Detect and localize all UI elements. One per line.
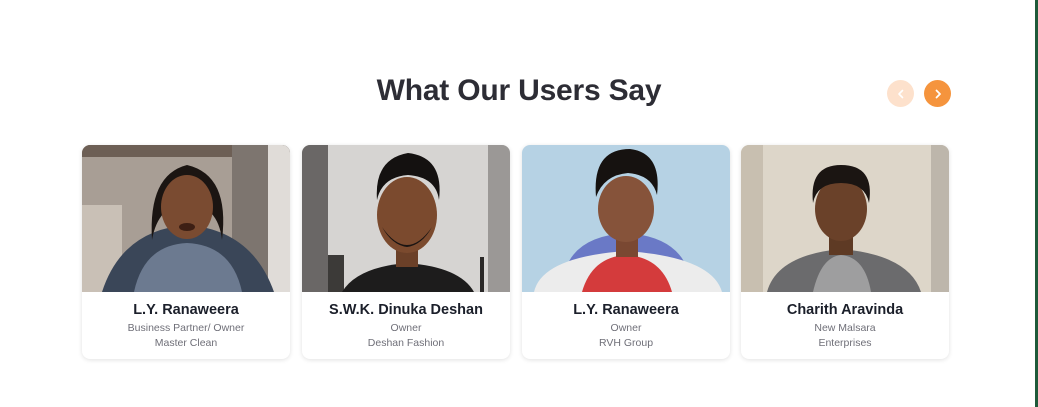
testimonial-card[interactable]: L.Y. Ranaweera Business Partner/ Owner M… — [82, 145, 290, 359]
carousel-nav — [887, 80, 951, 107]
testimonial-company: Deshan Fashion — [367, 337, 445, 349]
testimonial-name: L.Y. Ranaweera — [573, 302, 679, 318]
chevron-right-icon — [935, 89, 941, 98]
carousel-prev-button[interactable] — [887, 80, 914, 107]
testimonial-video-thumbnail[interactable] — [522, 145, 730, 292]
testimonial-name: S.W.K. Dinuka Deshan — [329, 302, 483, 318]
testimonial-video-thumbnail[interactable] — [82, 145, 290, 292]
testimonial-name: L.Y. Ranaweera — [133, 302, 239, 318]
testimonial-card[interactable]: S.W.K. Dinuka Deshan Owner Deshan Fashio… — [302, 145, 510, 359]
testimonial-name: Charith Aravinda — [786, 302, 904, 318]
chevron-left-icon — [897, 89, 903, 98]
testimonial-role: Owner — [390, 322, 422, 334]
testimonial-video-thumbnail[interactable] — [302, 145, 510, 292]
testimonial-company: RVH Group — [598, 337, 654, 349]
testimonial-company: Enterprises — [818, 337, 872, 349]
testimonial-video-thumbnail[interactable] — [741, 145, 949, 292]
testimonial-company: Master Clean — [154, 337, 218, 349]
testimonial-role: Business Partner/ Owner — [127, 322, 245, 334]
carousel-next-button[interactable] — [924, 80, 951, 107]
testimonial-role: New Malsara — [814, 322, 876, 334]
testimonial-card[interactable]: L.Y. Ranaweera Owner RVH Group — [522, 145, 730, 359]
testimonial-role: Owner — [610, 322, 642, 334]
section-title: What Our Users Say — [376, 74, 662, 107]
testimonial-card[interactable]: Charith Aravinda New Malsara Enterprises — [741, 145, 949, 359]
